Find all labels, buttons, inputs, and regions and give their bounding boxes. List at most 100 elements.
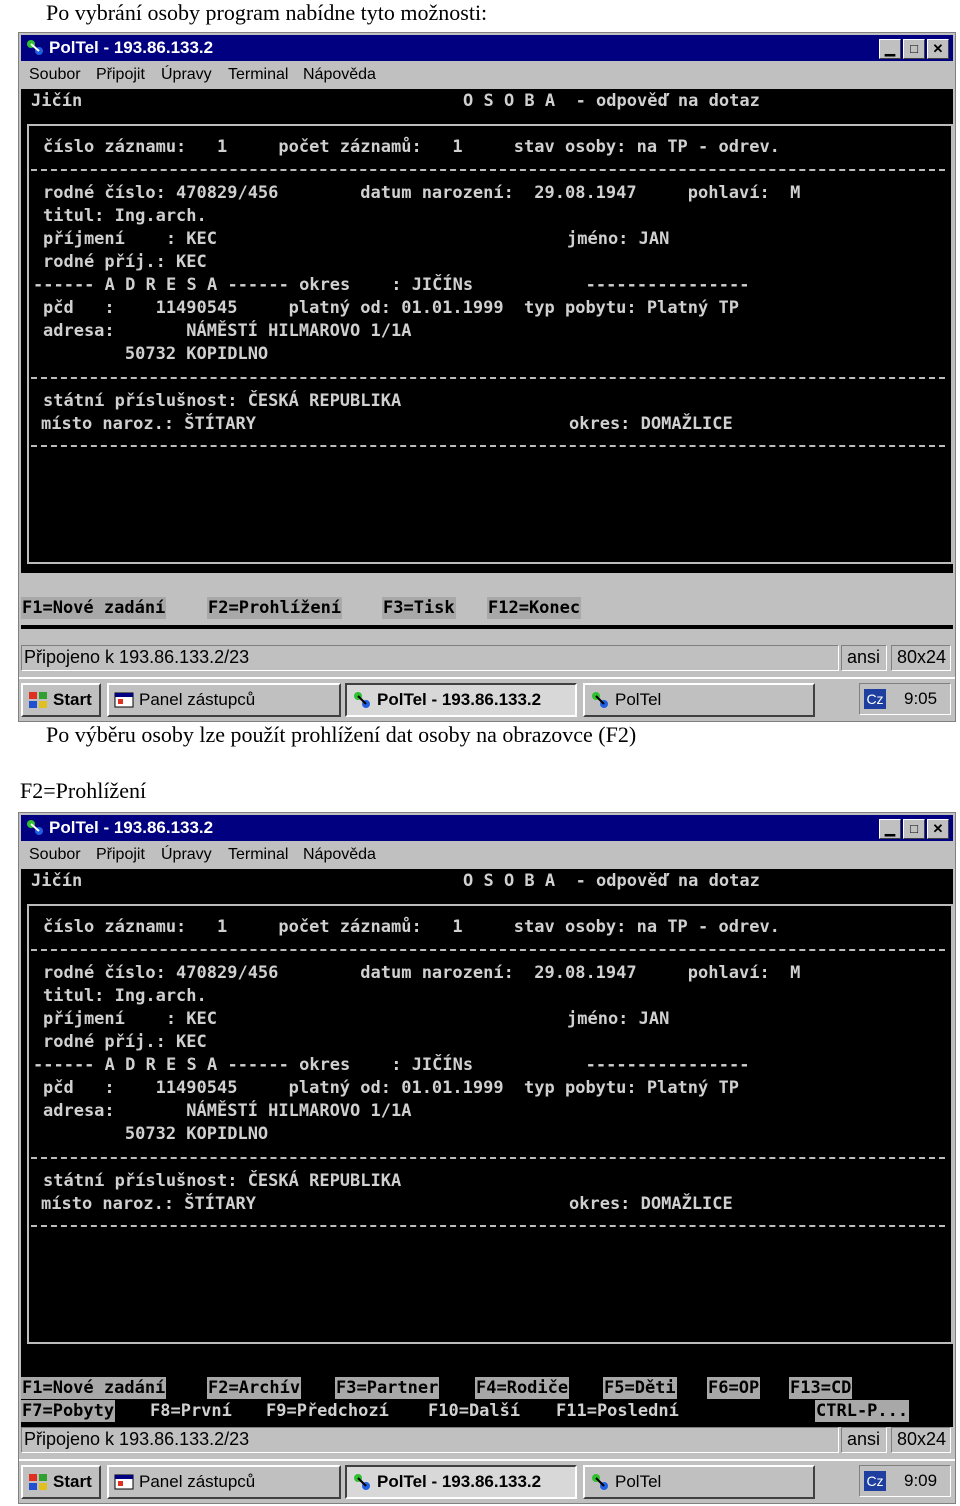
adresa-line: adresa: NÁMĚSTÍ HILMAROVO 1/1A [43,1101,412,1121]
status-bar: Připojeno k 193.86.133.2/23 ansi 80x24 [21,645,953,671]
f10-next-button[interactable]: F10=Další [427,1400,522,1422]
f5-children-button[interactable]: F5=Děti [603,1377,677,1399]
misto-line: místo naroz.: ŠTÍTARY [41,1194,256,1214]
pcd-line: pčd : 11490545 platný od: 01.01.1999 typ… [43,1078,739,1098]
start-button[interactable]: Start [21,1465,101,1499]
adresa-header-line: ------ A D R E S A ------ okres : JIČÍNs… [33,275,750,295]
f12-exit-button[interactable]: F12=Konec [487,597,582,619]
poltel-app-icon [27,40,43,55]
divider [31,1157,945,1159]
rc-line: rodné číslo: 470829/456 datum narození: … [43,183,801,203]
f2-archive-button[interactable]: F2=Archív [207,1377,302,1399]
status-connected: Připojeno k 193.86.133.2/23 [21,645,839,671]
menu-napoveda[interactable]: Nápověda [303,66,376,84]
minimize-button[interactable]: ▁ [879,819,901,839]
clock: 9:05 [904,689,938,708]
rc-line: rodné číslo: 470829/456 datum narození: … [43,963,801,983]
f2-browse-button[interactable]: F2=Prohlížení [207,597,343,619]
okres-line: okres: DOMAŽLICE [569,1194,733,1214]
psc-line: 50732 KOPIDLNO [43,1124,269,1144]
start-label: Start [53,690,92,709]
taskbar-poltel[interactable]: PolTel [583,1465,815,1499]
adresa-header-line: ------ A D R E S A ------ okres : JIČÍNs… [33,1055,750,1075]
pcd-line: pčd : 11490545 platný od: 01.01.1999 typ… [43,298,739,318]
caption-top: Po vybrání osoby program nabídne tyto mo… [46,0,488,25]
taskbar-item-label: PolTel [615,690,662,709]
header-city: Jičín [31,91,83,111]
taskbar-item-label: PolTel [615,1472,662,1491]
menu-upravy[interactable]: Úpravy [161,66,212,84]
terminal-screen[interactable]: Jičín O S O B A - odpověď na dotaz číslo… [21,869,953,1409]
taskbar-panel-zastupcu[interactable]: Panel zástupců [107,1465,341,1499]
status-bar: Připojeno k 193.86.133.2/23 ansi 80x24 [21,1427,953,1453]
poltel-window-1: PolTel - 193.86.133.2 ▁ □ ✕ Soubor Připo… [18,32,956,722]
close-button[interactable]: ✕ [927,39,949,59]
ctrl-p-button[interactable]: CTRL-P... [815,1400,910,1422]
f8-first-button[interactable]: F8=První [149,1400,233,1422]
close-button[interactable]: ✕ [927,819,949,839]
status-mode: ansi [841,645,887,671]
menu-upravy[interactable]: Úpravy [161,846,212,864]
f4-parents-button[interactable]: F4=Rodiče [475,1377,570,1399]
menu-terminal[interactable]: Terminal [228,66,288,84]
prijmeni-line: příjmení : KEC [43,1009,217,1029]
prijmeni-line: příjmení : KEC [43,229,217,249]
minimize-button[interactable]: ▁ [879,39,901,59]
jmeno-line: jméno: JAN [567,1009,670,1029]
menu-bar: Soubor Připojit Úpravy Terminal Nápověda [21,843,953,867]
record-line: číslo záznamu: 1 počet záznamů: 1 stav o… [43,917,780,937]
system-tray: Cz 9:09 [859,1465,951,1497]
menu-napoveda[interactable]: Nápověda [303,846,376,864]
taskbar-item-label: Panel zástupců [139,1472,256,1491]
taskbar-poltel-session[interactable]: PolTel - 193.86.133.2 [345,1465,577,1499]
language-indicator[interactable]: Cz [864,689,886,709]
poltel-app-icon [354,692,370,708]
windows-logo-icon [29,1474,47,1490]
poltel-app-icon [592,692,608,708]
divider [31,377,945,379]
menu-pripojit[interactable]: Připojit [96,846,145,864]
taskbar-panel-zastupcu[interactable]: Panel zástupců [107,683,341,717]
start-button[interactable]: Start [21,683,101,717]
f7-stays-button[interactable]: F7=Pobyty [21,1400,116,1422]
shortcuts-panel-icon [114,1474,134,1490]
start-label: Start [53,1472,92,1491]
taskbar-item-label: PolTel - 193.86.133.2 [377,1472,542,1491]
poltel-app-icon [27,820,43,835]
windows-logo-icon [29,692,47,708]
system-tray: Cz 9:05 [859,683,951,715]
menu-soubor[interactable]: Soubor [29,66,81,84]
menu-soubor[interactable]: Soubor [29,846,81,864]
language-indicator[interactable]: Cz [864,1471,886,1491]
maximize-button[interactable]: □ [903,39,925,59]
f1-new-query-button[interactable]: F1=Nové zadání [21,1377,167,1399]
menu-bar: Soubor Připojit Úpravy Terminal Nápověda [21,63,953,87]
jmeno-line: jméno: JAN [567,229,670,249]
taskbar-poltel[interactable]: PolTel [583,683,815,717]
fkey-area: F1=Nové zadání F2=Prohlížení F3=Tisk F12… [21,573,953,625]
status-size: 80x24 [891,1427,951,1453]
status-mode: ansi [841,1427,887,1453]
misto-line: místo naroz.: ŠTÍTARY [41,414,256,434]
taskbar-poltel-session[interactable]: PolTel - 193.86.133.2 [345,683,577,717]
status-size: 80x24 [891,645,951,671]
divider [31,1225,945,1227]
f3-print-button[interactable]: F3=Tisk [382,597,456,619]
adresa-line: adresa: NÁMĚSTÍ HILMAROVO 1/1A [43,321,412,341]
maximize-button[interactable]: □ [903,819,925,839]
menu-terminal[interactable]: Terminal [228,846,288,864]
terminal-screen[interactable]: Jičín O S O B A - odpověď na dotaz číslo… [21,89,953,629]
f11-last-button[interactable]: F11=Poslední [555,1400,680,1422]
header-title: O S O B A - odpověď na dotaz [463,871,760,891]
statni-line: státní příslušnost: ČESKÁ REPUBLIKA [43,391,402,411]
f13-cd-button[interactable]: F13=CD [789,1377,853,1399]
f9-previous-button[interactable]: F9=Předchozí [265,1400,390,1422]
menu-pripojit[interactable]: Připojit [96,66,145,84]
f1-new-query-button[interactable]: F1=Nové zadání [21,597,167,619]
window-title: PolTel - 193.86.133.2 [49,38,214,57]
f6-id-card-button[interactable]: F6=OP [707,1377,761,1399]
rodne-prijmeni-line: rodné příj.: KEC [43,1032,207,1052]
title-bar: PolTel - 193.86.133.2 ▁ □ ✕ [21,815,953,841]
divider [31,169,945,171]
f3-partner-button[interactable]: F3=Partner [335,1377,440,1399]
